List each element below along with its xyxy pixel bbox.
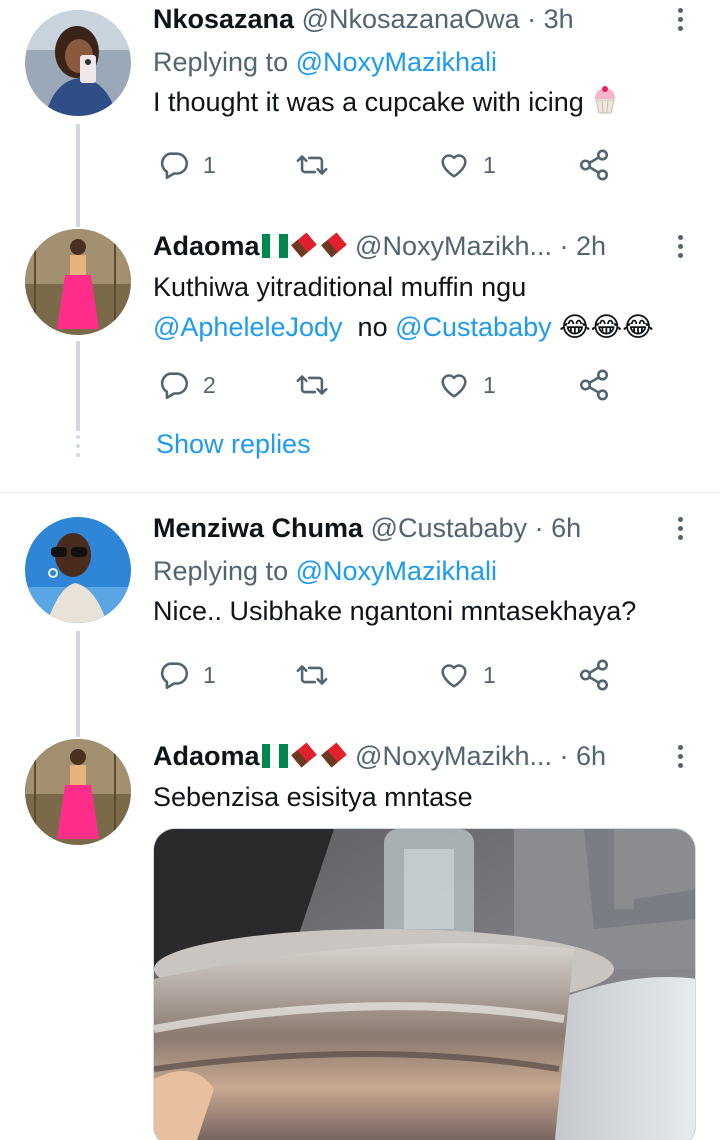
- thread-line: [76, 215, 80, 227]
- user-handle[interactable]: @Custababy: [371, 513, 528, 543]
- nigeria-flag-emoji: [261, 230, 288, 258]
- share-icon: [579, 149, 609, 181]
- like-icon: [441, 154, 467, 178]
- like-count: 1: [483, 371, 496, 398]
- replying-to-handle[interactable]: @NoxyMazikhali: [296, 556, 497, 586]
- share-button[interactable]: [577, 655, 611, 695]
- thread-line: [76, 631, 80, 725]
- display-name[interactable]: Menziwa Chuma: [153, 513, 363, 543]
- like-button[interactable]: 1: [437, 145, 496, 185]
- tweet-header: Adaoma @NoxyMazikh... · 2h: [153, 227, 696, 265]
- retweet-icon: [296, 665, 328, 685]
- separator: ·: [559, 231, 569, 261]
- nigeria-flag-emoji: [261, 740, 288, 768]
- tweet-header: Adaoma @NoxyMazikh... · 6h: [153, 737, 696, 775]
- reply-tweet[interactable]: Adaoma @NoxyMazikh... · 2h Kuthiwa yitra…: [0, 215, 720, 491]
- replying-to: Replying to @NoxyMazikhali: [153, 551, 696, 591]
- timestamp[interactable]: 2h: [576, 231, 606, 261]
- replying-to-label: Replying to: [153, 556, 296, 586]
- tweet-text-body: Sebenzisa esisitya mntase: [153, 782, 473, 812]
- replying-to-handle[interactable]: @NoxyMazikhali: [296, 47, 497, 77]
- thread-line: [76, 124, 80, 215]
- like-icon: [441, 374, 467, 398]
- more-icon[interactable]: [678, 235, 684, 262]
- tweet-text: @ApheleleJody no @Custababy 😂😂😂: [153, 307, 696, 347]
- replying-to: Replying to @NoxyMazikhali: [153, 42, 696, 82]
- tweet-media-image[interactable]: [153, 828, 696, 1140]
- share-icon: [579, 659, 609, 691]
- tweet-header: Nkosazana @NkosazanaOwa · 3h: [153, 0, 696, 38]
- retweet-button[interactable]: [295, 145, 329, 185]
- reply-tweet[interactable]: Nkosazana @NkosazanaOwa · 3h Replying to…: [0, 0, 720, 215]
- tweet-actions: 2 1: [153, 365, 633, 405]
- reply-button[interactable]: 1: [157, 145, 216, 185]
- reply-button[interactable]: 1: [157, 655, 216, 695]
- separator: ·: [559, 741, 569, 771]
- like-button[interactable]: 1: [437, 655, 496, 695]
- reply-count: 2: [203, 371, 216, 398]
- tweet-actions: 1 1: [153, 655, 633, 695]
- user-handle[interactable]: @NoxyMazikh...: [355, 231, 552, 261]
- tweet-text: Sebenzisa esisitya mntase: [153, 777, 696, 817]
- tweet-text-word: no: [357, 312, 388, 342]
- like-button[interactable]: 1: [437, 365, 496, 405]
- timestamp[interactable]: 6h: [551, 513, 581, 543]
- avatar[interactable]: [25, 10, 131, 116]
- share-button[interactable]: [577, 365, 611, 405]
- tweet-text: Kuthiwa yitraditional muffin ngu: [153, 267, 696, 307]
- tweet-actions: 1 1: [153, 145, 633, 185]
- thread-gap-dots: [76, 435, 80, 462]
- retweet-icon: [296, 375, 328, 395]
- like-icon: [441, 664, 467, 688]
- timestamp[interactable]: 3h: [544, 4, 574, 34]
- avatar[interactable]: [25, 517, 131, 623]
- chocolate-bar-emoji: [290, 742, 317, 768]
- cupcake-emoji: [591, 85, 619, 126]
- tweet-text: Nice.. Usibhake ngantoni mntasekhaya?: [153, 591, 696, 631]
- chocolate-bar-emoji: [320, 232, 347, 258]
- avatar[interactable]: [25, 739, 131, 845]
- share-button[interactable]: [577, 145, 611, 185]
- like-count: 1: [483, 661, 496, 688]
- thread-line: [76, 725, 80, 737]
- retweet-icon: [296, 155, 328, 175]
- reply-icon: [160, 372, 189, 400]
- reply-count: 1: [203, 151, 216, 178]
- retweet-button[interactable]: [295, 365, 329, 405]
- reply-tweet[interactable]: Menziwa Chuma @Custababy · 6h Replying t…: [0, 493, 720, 725]
- tweet-text: I thought it was a cupcake with icing: [153, 82, 696, 126]
- tweet-text-body: Nice.. Usibhake ngantoni mntasekhaya?: [153, 596, 637, 626]
- tweet-header: Menziwa Chuma @Custababy · 6h: [153, 509, 696, 547]
- retweet-button[interactable]: [295, 655, 329, 695]
- more-icon[interactable]: [678, 517, 684, 544]
- more-icon[interactable]: [678, 8, 684, 35]
- replying-to-label: Replying to: [153, 47, 296, 77]
- mention[interactable]: @Custababy: [395, 312, 552, 342]
- reply-button[interactable]: 2: [157, 365, 216, 405]
- laughing-emoji: 😂😂😂: [559, 312, 654, 342]
- avatar[interactable]: [25, 229, 131, 335]
- tweet-text-line: Kuthiwa yitraditional muffin ngu: [153, 272, 527, 302]
- chocolate-bar-emoji: [290, 232, 317, 258]
- reply-icon: [160, 662, 189, 690]
- user-handle[interactable]: @NkosazanaOwa: [302, 4, 520, 34]
- separator: ·: [527, 4, 537, 34]
- display-name[interactable]: Adaoma: [153, 231, 260, 261]
- mention[interactable]: @ApheleleJody: [153, 312, 343, 342]
- user-handle[interactable]: @NoxyMazikh...: [355, 741, 552, 771]
- like-count: 1: [483, 151, 496, 178]
- share-icon: [579, 369, 609, 401]
- timestamp[interactable]: 6h: [576, 741, 606, 771]
- display-name[interactable]: Adaoma: [153, 741, 260, 771]
- more-icon[interactable]: [678, 745, 684, 772]
- reply-icon: [160, 152, 189, 180]
- chocolate-bar-emoji: [320, 742, 347, 768]
- display-name[interactable]: Nkosazana: [153, 4, 294, 34]
- show-replies-link[interactable]: Show replies: [156, 429, 311, 460]
- separator: ·: [534, 513, 544, 543]
- thread-line: [76, 341, 80, 431]
- reply-count: 1: [203, 661, 216, 688]
- tweet-text-body: I thought it was a cupcake with icing: [153, 87, 584, 117]
